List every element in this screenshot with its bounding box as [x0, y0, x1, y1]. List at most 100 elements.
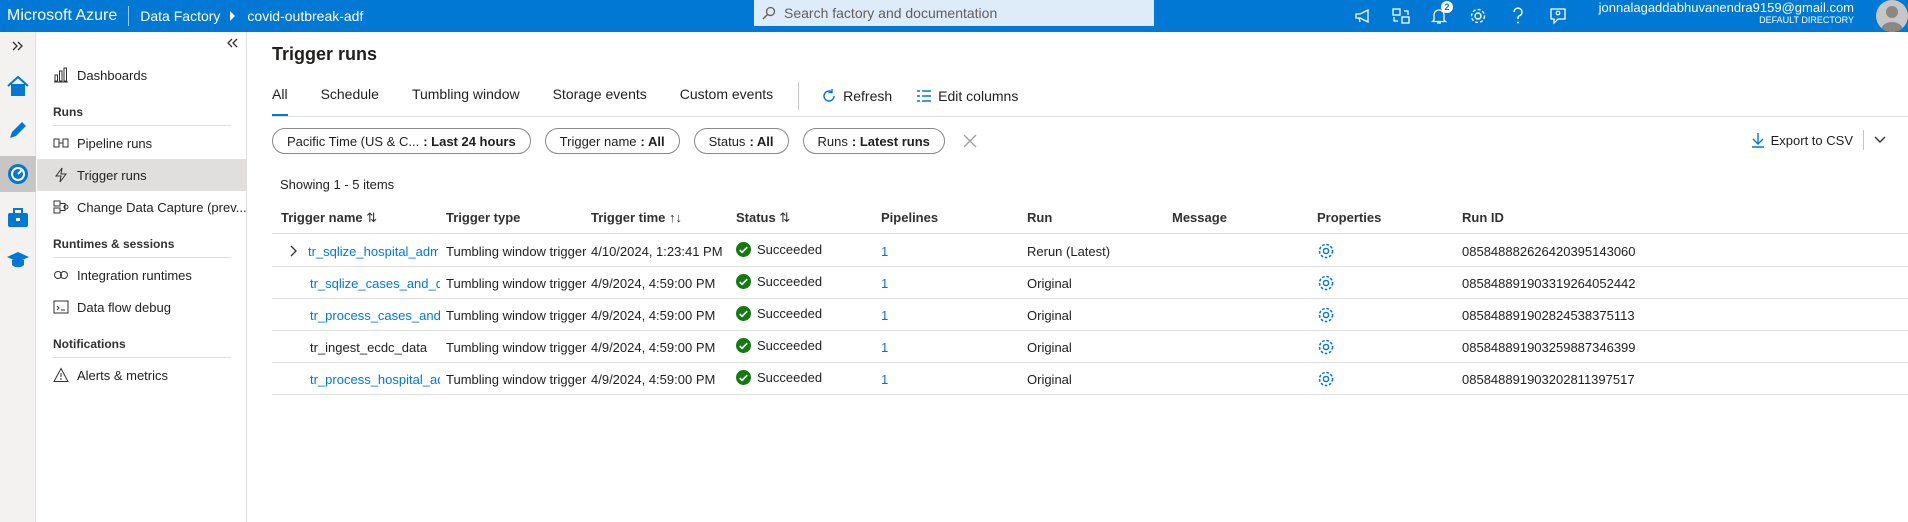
run-type: Original	[1027, 372, 1072, 387]
nav-pipeline-runs[interactable]: Pipeline runs	[37, 127, 247, 159]
table-row[interactable]: tr_ingest_ecdc_data Tumbling window trig…	[272, 331, 1908, 363]
nav-change-data-capture[interactable]: Change Data Capture (prev...	[37, 191, 247, 223]
filter-trigger-label: Trigger name	[559, 133, 637, 149]
breadcrumb-factory-name[interactable]: covid-outbreak-adf	[247, 8, 363, 24]
expand-row-chevron-icon[interactable]	[290, 245, 298, 257]
filter-time-range[interactable]: Pacific Time (US & C...: Last 24 hours	[272, 128, 531, 154]
nav-dashboards-label: Dashboards	[77, 67, 148, 83]
clear-filters-icon[interactable]	[963, 128, 977, 154]
chevron-down-icon[interactable]	[1874, 136, 1886, 144]
nav-cdc-label: Change Data Capture (prev...	[77, 199, 247, 215]
nav-alerts-metrics[interactable]: Alerts & metrics	[37, 359, 247, 391]
refresh-label: Refresh	[843, 88, 893, 104]
pipelines-link[interactable]: 1	[881, 340, 888, 355]
azure-brand[interactable]: Microsoft Azure	[0, 7, 117, 25]
switch-directory-icon[interactable]	[1388, 3, 1414, 29]
table-row[interactable]: tr_sqlize_hospital_admis... Tumbling win…	[272, 235, 1908, 267]
settings-gear-icon[interactable]	[1465, 3, 1491, 29]
status-text: Succeeded	[757, 370, 823, 385]
nav-trigger-runs[interactable]: Trigger runs	[37, 159, 247, 191]
page-title: Trigger runs	[272, 44, 378, 64]
properties-gear-icon[interactable]	[1317, 274, 1335, 295]
success-check-icon	[736, 370, 751, 385]
warning-triangle-icon	[53, 367, 69, 382]
trigger-name-link[interactable]: tr_sqlize_hospital_admis...	[308, 244, 438, 259]
search-placeholder: Search factory and documentation	[784, 5, 998, 21]
export-csv-button[interactable]: Export to CSV	[1771, 133, 1853, 148]
filter-status-value: : All	[749, 133, 774, 149]
edit-columns-button[interactable]: Edit columns	[916, 86, 1018, 106]
col-run[interactable]: Run	[1027, 210, 1052, 225]
col-trigger-time[interactable]: Trigger time ↑↓	[591, 210, 682, 225]
pipelines-link[interactable]: 1	[881, 372, 888, 387]
run-type: Original	[1027, 340, 1072, 355]
pipelines-link[interactable]: 1	[881, 308, 888, 323]
run-type: Rerun (Latest)	[1027, 244, 1111, 259]
properties-gear-icon[interactable]	[1317, 370, 1335, 391]
expand-rail-icon[interactable]	[0, 32, 36, 60]
col-properties[interactable]: Properties	[1317, 210, 1381, 225]
trigger-time: 4/9/2024, 4:59:00 PM	[591, 276, 716, 291]
col-run-id[interactable]: Run ID	[1462, 210, 1504, 225]
col-trigger-name[interactable]: Trigger name ⇅	[281, 210, 377, 226]
col-trigger-type[interactable]: Trigger type	[446, 210, 520, 225]
success-check-icon	[736, 242, 751, 257]
collapse-pane-icon[interactable]	[226, 36, 238, 51]
col-status[interactable]: Status ⇅	[736, 210, 790, 226]
table-row[interactable]: tr_process_hospital_ad... Tumbling windo…	[272, 363, 1908, 395]
table-row[interactable]: tr_process_cases_and_... Tumbling window…	[272, 299, 1908, 331]
properties-gear-icon[interactable]	[1317, 306, 1335, 327]
sort-desc-icon: ↑↓	[669, 210, 683, 225]
learning-center-icon[interactable]	[0, 242, 36, 278]
filter-trigger-name[interactable]: Trigger name: All	[544, 128, 680, 154]
trigger-name-link[interactable]: tr_process_cases_and_...	[310, 308, 440, 323]
nav-data-flow-debug[interactable]: Data flow debug	[37, 291, 247, 323]
col-status-label: Status	[736, 210, 776, 225]
feedback-icon[interactable]	[1545, 3, 1571, 29]
tab-tumbling-window[interactable]: Tumbling window	[412, 86, 520, 116]
search-input[interactable]: Search factory and documentation	[754, 0, 1154, 26]
announcement-icon[interactable]	[1350, 3, 1376, 29]
table-header: Trigger name ⇅ Trigger type Trigger time…	[272, 202, 1908, 234]
col-trigger-time-label: Trigger time	[591, 210, 666, 225]
monitor-icon[interactable]	[0, 156, 36, 192]
user-directory: DEFAULT DIRECTORY	[1759, 15, 1854, 25]
change-data-capture-icon	[53, 200, 69, 214]
properties-gear-icon[interactable]	[1317, 242, 1335, 263]
help-icon[interactable]	[1505, 3, 1531, 29]
pipelines-link[interactable]: 1	[881, 276, 888, 291]
edit-columns-icon	[917, 90, 932, 102]
nav-dashboards[interactable]: Dashboards	[37, 59, 247, 91]
breadcrumb-data-factory[interactable]: Data Factory	[140, 8, 220, 24]
refresh-button[interactable]: Refresh	[821, 86, 892, 106]
tab-schedule[interactable]: Schedule	[321, 86, 379, 116]
col-message[interactable]: Message	[1172, 210, 1227, 225]
trigger-lightning-icon	[55, 167, 67, 183]
col-trigger-name-label: Trigger name	[281, 210, 363, 225]
home-icon[interactable]	[0, 68, 36, 104]
filter-runs[interactable]: Runs: Latest runs	[802, 128, 945, 154]
filter-status[interactable]: Status: All	[693, 128, 789, 154]
nav-section-runs: Runs	[53, 105, 83, 119]
tab-custom-events[interactable]: Custom events	[680, 86, 773, 116]
trigger-name[interactable]: tr_ingest_ecdc_data	[310, 340, 440, 355]
properties-gear-icon[interactable]	[1317, 338, 1335, 359]
manage-toolbox-icon[interactable]	[0, 200, 36, 236]
table-row[interactable]: tr_sqlize_cases_and_de... Tumbling windo…	[272, 267, 1908, 299]
pipelines-link[interactable]: 1	[881, 244, 888, 259]
notifications-bell-icon[interactable]: 2	[1426, 1, 1453, 29]
account-info[interactable]: jonnalagaddabhuvanendra9159@gmail.com DE…	[1599, 0, 1854, 25]
status-cell: Succeeded	[736, 242, 822, 257]
author-pencil-icon[interactable]	[0, 112, 36, 148]
trigger-time: 4/9/2024, 4:59:00 PM	[591, 308, 716, 323]
trigger-type: Tumbling window trigger	[446, 372, 587, 387]
run-id: 085848882626420395143060	[1462, 244, 1636, 259]
nav-integration-runtimes[interactable]: Integration runtimes	[37, 259, 247, 291]
tab-storage-events[interactable]: Storage events	[553, 86, 647, 116]
col-pipelines[interactable]: Pipelines	[881, 210, 938, 225]
tab-underline-divider	[272, 116, 1908, 117]
avatar[interactable]	[1876, 0, 1908, 32]
trigger-name-link[interactable]: tr_process_hospital_ad...	[310, 372, 440, 387]
tab-all[interactable]: All	[272, 86, 288, 116]
trigger-name-link[interactable]: tr_sqlize_cases_and_de...	[310, 276, 440, 291]
